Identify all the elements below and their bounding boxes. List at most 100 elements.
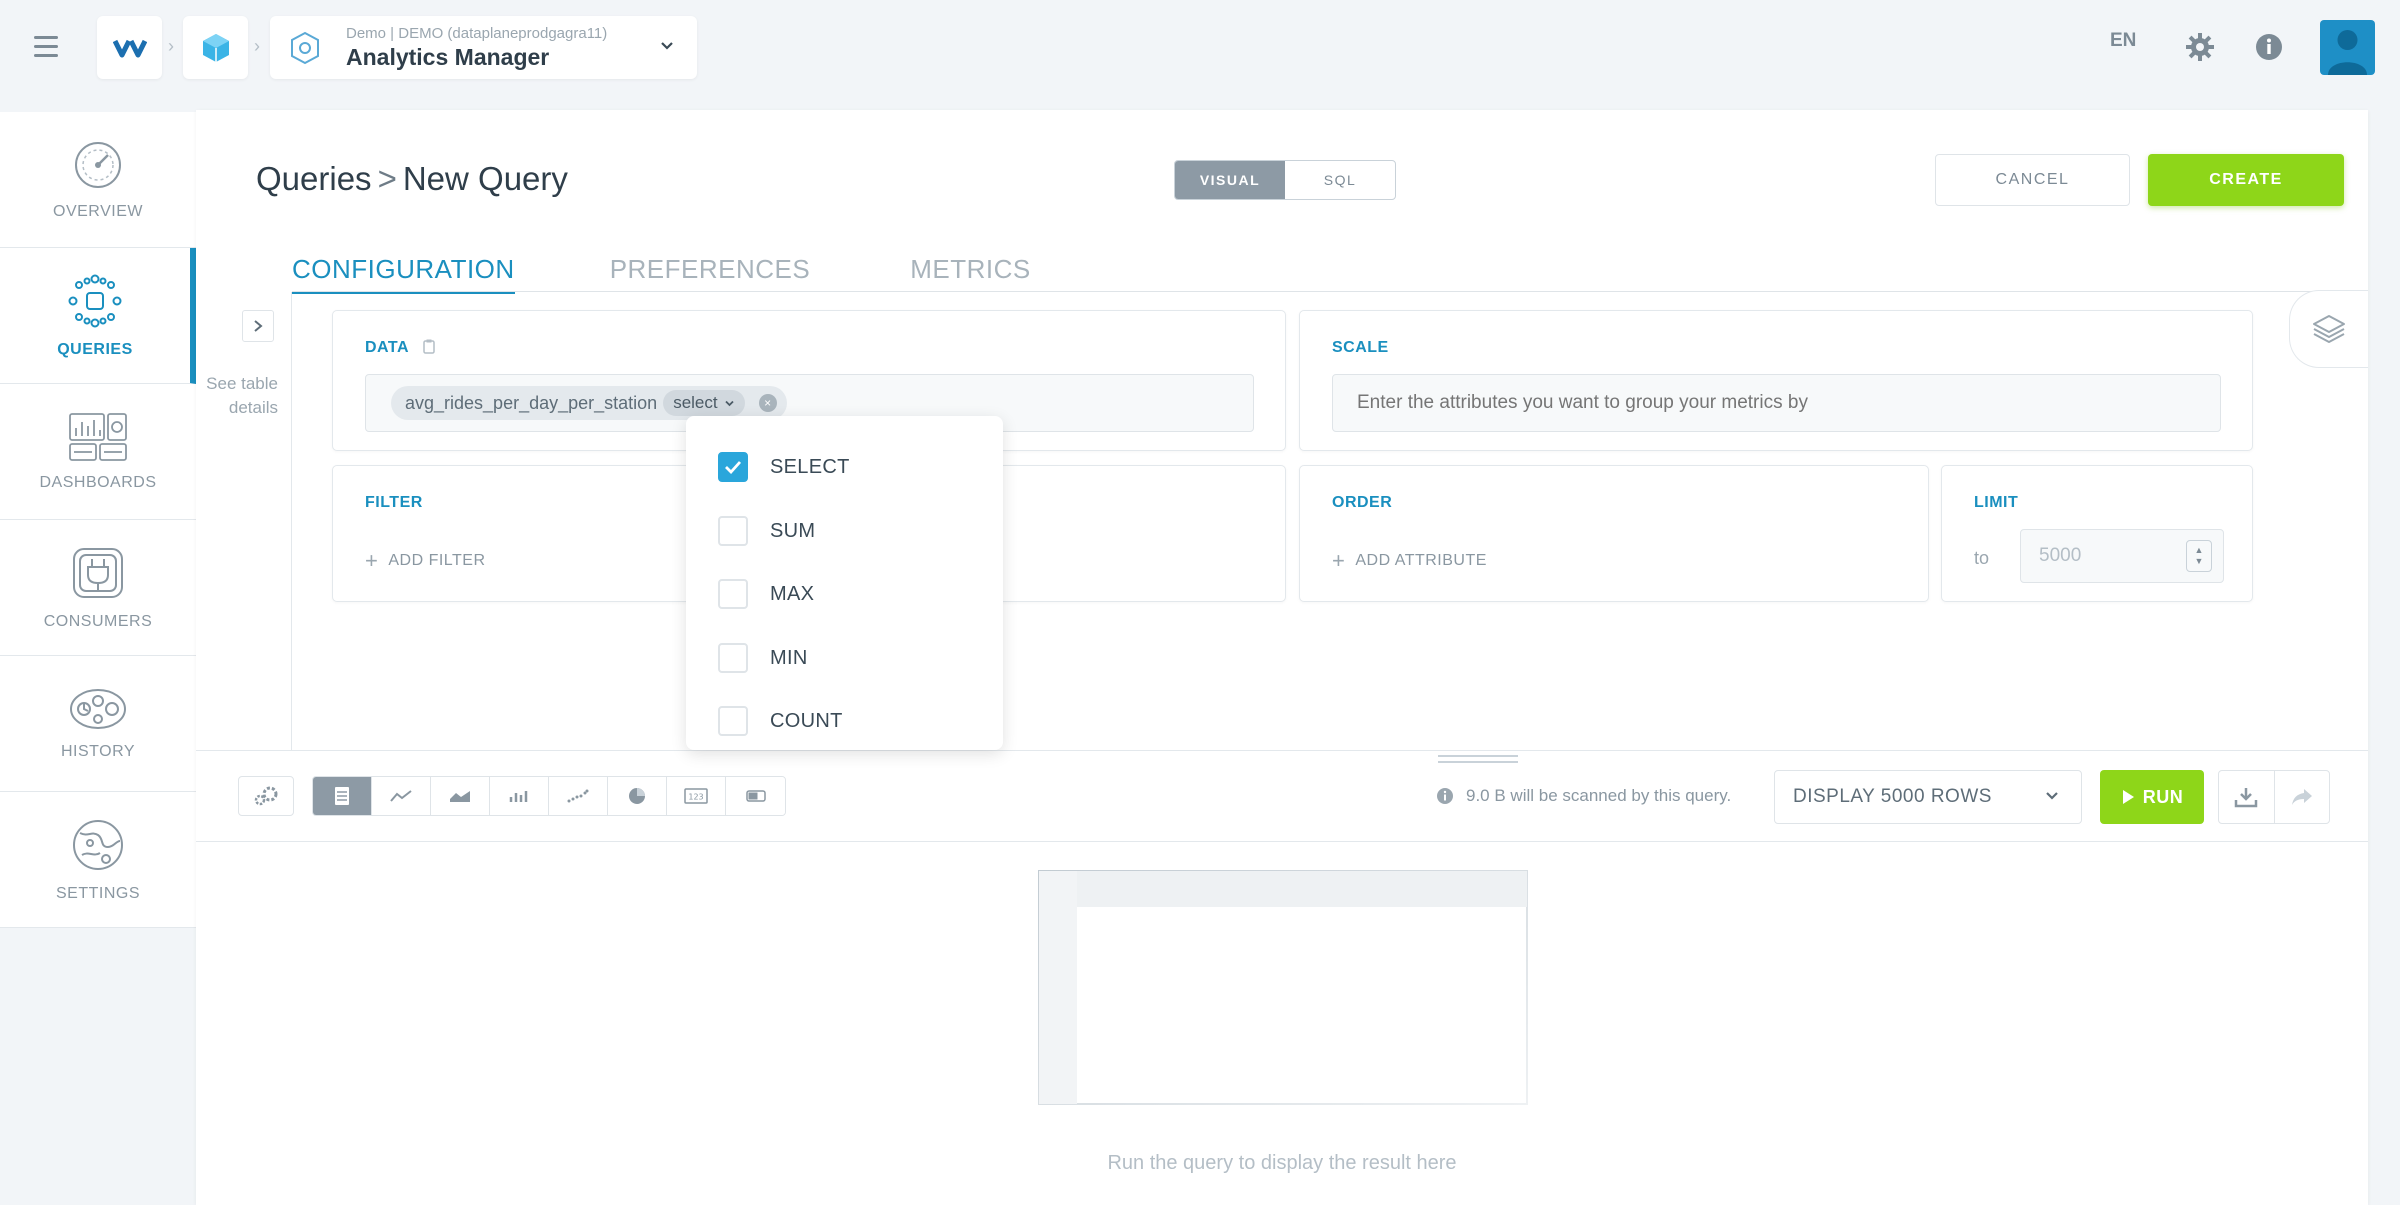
checkbox[interactable]	[718, 706, 748, 736]
checkbox-checked[interactable]	[718, 452, 748, 482]
option-max[interactable]: MAX	[718, 579, 814, 609]
viz-bar-button[interactable]	[490, 777, 549, 815]
create-button[interactable]: CREATE	[2148, 154, 2344, 206]
share-button[interactable]	[2275, 771, 2330, 823]
chevron-right-icon	[254, 320, 263, 332]
breadcrumb-chevron-icon: ›	[168, 36, 174, 56]
data-title-text: DATA	[365, 339, 409, 356]
see-table-details-link[interactable]: See table details	[196, 372, 278, 420]
display-rows-select[interactable]: DISPLAY 5000 ROWS	[1774, 770, 2082, 824]
plus-icon: +	[1332, 548, 1346, 573]
progress-bar-icon	[745, 790, 766, 802]
add-attribute-button[interactable]: + ADD ATTRIBUTE	[1332, 548, 1487, 574]
gear-icon[interactable]	[2184, 31, 2216, 63]
remove-chip-icon[interactable]: ×	[758, 394, 777, 412]
empty-result-message: Run the query to display the result here	[1107, 1152, 1457, 1174]
project-cube-button[interactable]	[183, 16, 248, 79]
stepper-up-icon[interactable]: ▲	[2195, 545, 2204, 556]
viz-gauge-button[interactable]	[726, 777, 785, 815]
page-title: Queries > New Query	[256, 160, 568, 198]
download-button[interactable]	[2219, 771, 2275, 823]
scale-card: SCALE	[1299, 310, 2253, 451]
checkbox[interactable]	[718, 643, 748, 673]
nav-label: OVERVIEW	[53, 202, 143, 220]
user-avatar[interactable]	[2320, 20, 2375, 75]
viz-line-button[interactable]	[372, 777, 431, 815]
play-icon	[2122, 790, 2134, 804]
query-editor-panel: Queries > New Query VISUAL SQL CANCEL CREA…	[196, 110, 2368, 1205]
breadcrumb-queries-link[interactable]: Queries	[256, 160, 372, 197]
checkmark-icon	[725, 461, 742, 474]
viz-pie-button[interactable]	[608, 777, 667, 815]
nav-label: DASHBOARDS	[39, 473, 157, 491]
option-count[interactable]: COUNT	[718, 706, 843, 736]
cancel-button[interactable]: CANCEL	[1935, 154, 2130, 206]
nav-label: QUERIES	[57, 340, 133, 358]
see-details-line: details	[228, 398, 278, 417]
layers-panel-tab[interactable]	[2289, 290, 2368, 368]
breadcrumb-separator: >	[377, 160, 397, 197]
stepper-down-icon[interactable]: ▼	[2195, 556, 2204, 567]
language-selector[interactable]: EN	[2110, 30, 2136, 52]
tab-preferences[interactable]: PREFERENCES	[610, 254, 811, 294]
nav-label: HISTORY	[60, 742, 136, 760]
gauge-icon	[75, 141, 121, 188]
option-select[interactable]: SELECT	[718, 452, 850, 482]
checkbox[interactable]	[718, 579, 748, 609]
nav-item-overview[interactable]: OVERVIEW	[0, 112, 196, 248]
query-mode-toggle: VISUAL SQL	[1174, 160, 1396, 200]
info-icon	[1437, 788, 1453, 804]
nav-item-dashboards[interactable]: DASHBOARDS	[0, 384, 196, 520]
limit-stepper[interactable]: ▲ ▼	[2186, 540, 2212, 572]
layers-icon	[2313, 315, 2345, 343]
expand-details-button[interactable]	[242, 310, 274, 342]
viz-area-button[interactable]	[431, 777, 490, 815]
viz-table-button[interactable]	[313, 777, 372, 815]
clipboard-icon[interactable]	[423, 339, 436, 354]
app-switcher[interactable]: Demo | DEMO (dataplaneprodgagra11) Analy…	[270, 16, 697, 79]
aggregation-select[interactable]: select	[663, 390, 745, 416]
plus-icon: +	[365, 548, 379, 573]
scan-info-text: 9.0 B will be scanned by this query.	[1466, 786, 1732, 805]
nav-item-history[interactable]: HISTORY	[0, 656, 196, 792]
run-button[interactable]: RUN	[2100, 770, 2204, 824]
option-label: MAX	[770, 582, 815, 605]
nav-item-queries[interactable]: QUERIES	[0, 248, 196, 384]
visualization-settings-button[interactable]	[238, 776, 294, 816]
tab-metrics[interactable]: METRICS	[910, 254, 1031, 294]
option-min[interactable]: MIN	[718, 643, 808, 673]
org-logo-button[interactable]	[97, 16, 162, 79]
breadcrumb-current: New Query	[402, 160, 568, 197]
hamburger-menu-icon[interactable]	[34, 30, 66, 62]
metric-chip[interactable]: avg_rides_per_day_per_station select ×	[391, 386, 787, 420]
scale-attributes-input[interactable]	[1332, 374, 2221, 432]
add-filter-button[interactable]: + ADD FILTER	[365, 548, 486, 574]
mode-sql-button[interactable]: SQL	[1285, 161, 1395, 199]
history-icon	[70, 688, 126, 729]
table-icon	[335, 787, 349, 805]
results-divider	[196, 750, 2368, 751]
nav-label: SETTINGS	[55, 884, 140, 902]
area-chart-icon	[450, 791, 470, 802]
order-card: ORDER + ADD ATTRIBUTE	[1299, 465, 1929, 602]
checkbox[interactable]	[718, 516, 748, 546]
editor-tabs: CONFIGURATION PREFERENCES METRICS	[292, 254, 1031, 294]
globe-settings-icon	[73, 819, 123, 870]
option-sum[interactable]: SUM	[718, 516, 815, 546]
cube-icon	[202, 33, 229, 62]
mode-visual-button[interactable]: VISUAL	[1175, 161, 1285, 199]
scan-info: 9.0 B will be scanned by this query.	[1436, 786, 1731, 806]
breadcrumb-chevron-icon: ›	[254, 36, 260, 56]
see-details-line: See table	[206, 374, 278, 393]
info-icon[interactable]	[2255, 33, 2283, 61]
tab-configuration[interactable]: CONFIGURATION	[292, 254, 515, 294]
share-arrow-icon	[2291, 789, 2312, 805]
resize-handle[interactable]	[1438, 755, 1518, 763]
option-label: MIN	[770, 646, 808, 669]
number-icon: 123	[684, 788, 708, 804]
viz-number-button[interactable]: 123	[667, 777, 726, 815]
nav-item-consumers[interactable]: CONSUMERS	[0, 520, 196, 656]
viz-scatter-button[interactable]	[549, 777, 608, 815]
option-label: SELECT	[770, 455, 850, 478]
nav-item-settings[interactable]: SETTINGS	[0, 792, 196, 928]
